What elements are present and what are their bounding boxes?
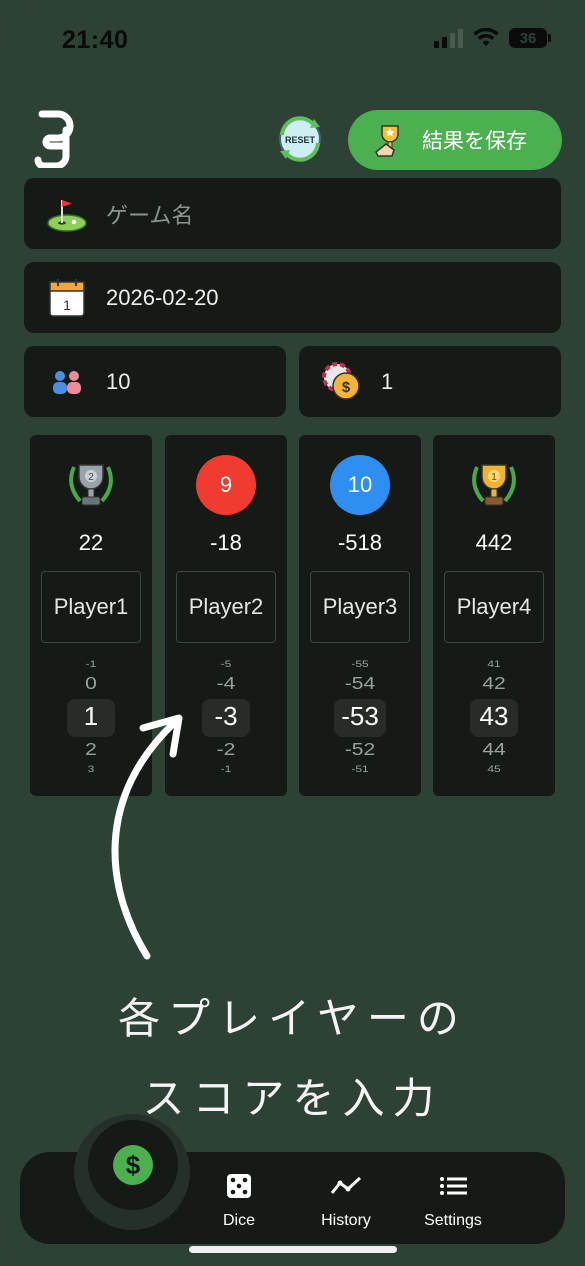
player-total: 442 <box>475 530 513 555</box>
calendar-icon: 1 <box>46 277 88 319</box>
picker-value[interactable]: -5 <box>165 659 287 670</box>
calendar-day: 1 <box>63 297 71 313</box>
rank-badge: 10 <box>330 455 390 515</box>
list-icon <box>440 1177 467 1195</box>
picker-selected-value[interactable]: -53 <box>299 701 421 732</box>
battery-icon: 36 <box>509 28 551 48</box>
rank-label: 1 <box>491 472 497 483</box>
score-picker[interactable]: 41 42 43 44 45 <box>433 655 555 775</box>
annotation-line-1: 各プレイヤーの <box>118 994 467 1043</box>
picker-value[interactable]: 42 <box>433 674 555 694</box>
wifi-icon <box>473 28 499 46</box>
app-screen: 21:40 36 RESET 結果を保存 ゲーム名 1 2026-02-20 1… <box>0 0 585 1266</box>
signal-icon <box>434 28 463 48</box>
annotation-line-2: スコアを入力 <box>142 1074 443 1123</box>
picker-selected-value[interactable]: 43 <box>433 701 555 732</box>
player-total: -518 <box>337 530 383 555</box>
game-name-field[interactable]: ゲーム名 <box>24 178 561 249</box>
picker-value[interactable]: -1 <box>30 659 152 670</box>
picker-value[interactable]: 45 <box>433 764 555 775</box>
picker-value[interactable]: -51 <box>299 764 421 775</box>
player-column: 10 -518 Player3 -55 -54 -53 -52 -51 <box>299 435 421 796</box>
dice-icon <box>227 1174 251 1198</box>
player-column: 1 442 Player4 41 42 43 44 45 <box>433 435 555 796</box>
player-name-input[interactable]: Player4 <box>444 571 544 643</box>
dollar-icon: $ <box>113 1145 153 1185</box>
picker-value[interactable]: -4 <box>165 674 287 694</box>
player-name-input[interactable]: Player1 <box>41 571 141 643</box>
golf-green-icon <box>46 193 88 235</box>
annotation-arrow-icon <box>111 714 183 960</box>
rank-label: 2 <box>88 472 94 483</box>
tab-settings[interactable]: Settings <box>403 1170 503 1230</box>
home-indicator <box>189 1246 397 1253</box>
chips-coin-icon: $ <box>321 361 363 403</box>
picker-value[interactable]: 0 <box>30 674 152 694</box>
trophy-hand-icon <box>375 125 399 157</box>
date-field[interactable]: 1 2026-02-20 <box>24 262 561 333</box>
rate-field[interactable]: $ 1 <box>299 346 561 417</box>
score-fab-button[interactable]: $ <box>88 1120 178 1210</box>
player-total: -18 <box>210 530 242 555</box>
tab-settings-label: Settings <box>424 1212 482 1229</box>
player-count-value: 10 <box>106 368 131 394</box>
reset-label: RESET <box>285 135 316 145</box>
player-total: 22 <box>78 530 104 555</box>
tab-dice-label: Dice <box>222 1212 255 1229</box>
gold-trophy-icon: 1 <box>464 455 524 515</box>
player-name-input[interactable]: Player2 <box>176 571 276 643</box>
picker-value[interactable]: 44 <box>433 740 555 760</box>
date-value: 2026-02-20 <box>106 284 219 310</box>
picker-value[interactable]: -52 <box>299 740 421 760</box>
player-count-field[interactable]: 10 <box>24 346 286 417</box>
status-time: 21:40 <box>62 26 129 54</box>
silver-trophy-icon: 2 <box>61 455 121 515</box>
picker-value[interactable]: -55 <box>299 659 421 670</box>
tab-history-label: History <box>321 1212 371 1229</box>
rank-badge: 9 <box>196 455 256 515</box>
tab-dice[interactable]: Dice <box>189 1170 289 1230</box>
app-logo-icon <box>34 110 74 168</box>
status-icons: 36 <box>434 28 551 48</box>
line-chart-icon <box>330 1176 362 1194</box>
svg-text:$: $ <box>126 1150 141 1180</box>
player-name-input[interactable]: Player3 <box>310 571 410 643</box>
picker-value[interactable]: 41 <box>433 659 555 670</box>
score-picker[interactable]: -55 -54 -53 -52 -51 <box>299 655 421 775</box>
svg-text:$: $ <box>342 379 351 396</box>
rate-value: 1 <box>381 368 394 394</box>
reset-button[interactable]: RESET <box>274 113 326 165</box>
save-button-label: 結果を保存 <box>422 130 527 153</box>
picker-value[interactable]: -54 <box>299 674 421 694</box>
people-icon <box>46 361 88 403</box>
game-name-placeholder: ゲーム名 <box>106 202 194 228</box>
save-result-button[interactable]: 結果を保存 <box>348 110 562 170</box>
tab-history[interactable]: History <box>296 1170 396 1230</box>
